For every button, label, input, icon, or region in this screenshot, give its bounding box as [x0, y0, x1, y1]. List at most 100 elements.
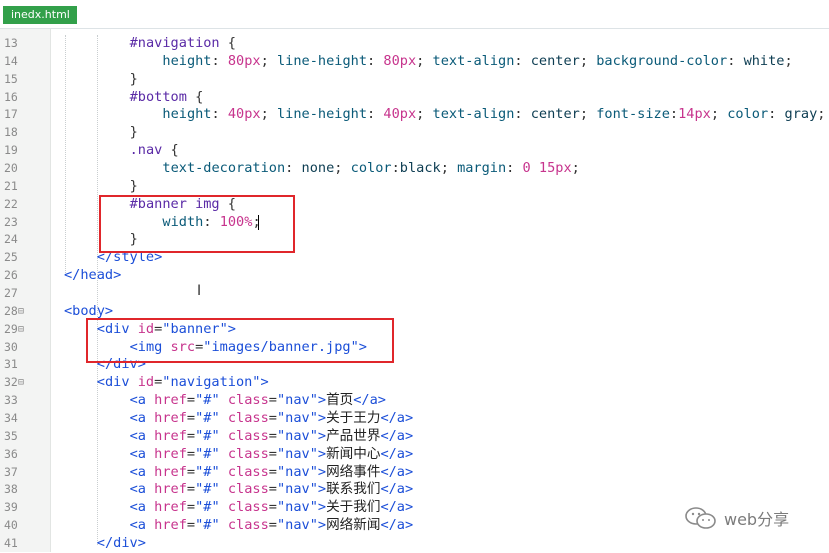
code-text: text-decoration: none; color:black; marg…: [162, 160, 579, 178]
line-number: 13: [4, 36, 18, 50]
code-text: <a href="#" class="nav">网络新闻</a>: [130, 517, 414, 535]
code-line[interactable]: 33 <a href="#" class="nav">首页</a>: [0, 392, 829, 410]
code-line[interactable]: 20 text-decoration: none; color:black; ma…: [0, 160, 829, 178]
code-line[interactable]: 34 <a href="#" class="nav">关于王力</a>: [0, 410, 829, 428]
code-token: }: [129, 124, 138, 141]
code-line[interactable]: 38 <a href="#" class="nav">联系我们</a>: [0, 481, 829, 499]
code-token: #navigation: [129, 35, 220, 51]
line-number: 26: [4, 268, 18, 283]
code-token: "navigation": [162, 374, 261, 391]
code-token: .nav: [129, 142, 163, 159]
code-token: "nav": [276, 517, 318, 534]
code-token: none: [301, 160, 335, 177]
code-line[interactable]: 41 </div>: [0, 535, 829, 553]
line-number: 19: [4, 143, 18, 158]
code-token: :: [514, 106, 531, 123]
code-token: >: [317, 499, 327, 516]
line-number: 23: [4, 214, 18, 229]
line-number: 32: [4, 375, 18, 390]
line-number: 36: [4, 446, 18, 461]
code-token: "nav": [276, 463, 318, 480]
code-token: <a: [129, 499, 155, 516]
code-token: {: [219, 35, 236, 51]
line-number: 37: [4, 464, 18, 479]
code-token: ;: [416, 106, 433, 123]
code-token: }: [129, 177, 138, 194]
code-token: ;: [571, 160, 580, 177]
code-token: :: [367, 106, 384, 123]
code-token: href: [154, 427, 187, 444]
code-line[interactable]: 27: [0, 285, 829, 303]
code-token: =: [268, 427, 277, 444]
code-token: class: [227, 392, 269, 409]
code-token: ;: [416, 52, 433, 69]
code-token: "#": [195, 445, 220, 462]
watermark: web分享: [684, 506, 789, 530]
code-token: >: [260, 374, 269, 391]
code-token: <a: [129, 392, 155, 409]
code-token: {: [186, 88, 204, 105]
code-token: ;: [784, 52, 793, 69]
code-token: :: [768, 106, 785, 123]
code-line[interactable]: 32 ⊟ <div id="navigation">: [0, 374, 829, 392]
code-text: }: [130, 178, 138, 196]
line-number: 39: [4, 500, 18, 515]
code-token: =: [268, 499, 277, 516]
code-text: </head>: [64, 267, 121, 285]
code-token: class: [227, 499, 269, 516]
line-number: 28: [4, 303, 18, 318]
fold-toggle-icon[interactable]: ⊟: [18, 374, 24, 392]
code-token: <body>: [64, 302, 114, 319]
code-token: text-align: [432, 106, 515, 123]
code-line[interactable]: 13 #navigation {: [0, 35, 829, 53]
code-token: line-height: [277, 106, 368, 123]
code-token: 关于我们: [326, 499, 381, 516]
code-editor[interactable]: 13 #navigation {14 height: 80px; line-heig…: [0, 35, 829, 553]
code-text: .nav {: [130, 142, 179, 160]
line-number: 14: [4, 53, 18, 68]
file-tab[interactable]: inedx.html: [3, 6, 77, 24]
code-line[interactable]: 19 .nav {: [0, 142, 829, 160]
code-token: <div: [96, 374, 138, 391]
wechat-icon: [685, 507, 716, 529]
code-token: color: [727, 106, 769, 123]
code-line[interactable]: 26 </head>: [0, 267, 829, 285]
code-token: id: [137, 374, 155, 391]
code-line[interactable]: 35 <a href="#" class="nav">产品世界</a>: [0, 428, 829, 446]
code-token: line-height: [277, 52, 368, 69]
code-token: </a>: [380, 517, 414, 534]
line-number: 18: [4, 125, 18, 140]
code-line[interactable]: 17 height: 40px; line-height: 40px; text-…: [0, 106, 829, 124]
code-line[interactable]: 14 height: 80px; line-height: 80px; text-…: [0, 53, 829, 71]
code-token: "#": [195, 392, 220, 409]
code-token: class: [227, 427, 269, 444]
fold-toggle-icon[interactable]: ⊟: [18, 303, 24, 321]
code-line[interactable]: 21}: [0, 178, 829, 196]
fold-toggle-icon[interactable]: ⊟: [18, 321, 24, 339]
code-token: >: [317, 445, 327, 462]
code-token: class: [227, 481, 269, 498]
code-line[interactable]: 15}: [0, 71, 829, 89]
code-line[interactable]: 36 <a href="#" class="nav">新闻中心</a>: [0, 446, 829, 464]
code-line[interactable]: 18}: [0, 124, 829, 142]
code-token: </a>: [380, 463, 414, 480]
line-number: 20: [4, 161, 18, 176]
code-line[interactable]: 37 <a href="#" class="nav">网络事件</a>: [0, 464, 829, 482]
code-token: "nav": [276, 445, 318, 462]
code-token: text-align: [432, 52, 515, 69]
code-token: 产品世界: [326, 427, 381, 444]
line-number: 16: [4, 89, 18, 104]
code-token: "nav": [276, 499, 318, 516]
code-token: >: [317, 481, 327, 498]
code-token: =: [186, 517, 196, 534]
code-text: <a href="#" class="nav">联系我们</a>: [130, 481, 414, 499]
code-token: :: [211, 52, 228, 69]
line-number: 25: [4, 250, 18, 265]
code-token: :: [669, 106, 679, 123]
code-text: <a href="#" class="nav">新闻中心</a>: [130, 446, 414, 464]
code-token: ;: [579, 52, 597, 69]
code-line[interactable]: 16 #bottom {: [0, 89, 829, 107]
